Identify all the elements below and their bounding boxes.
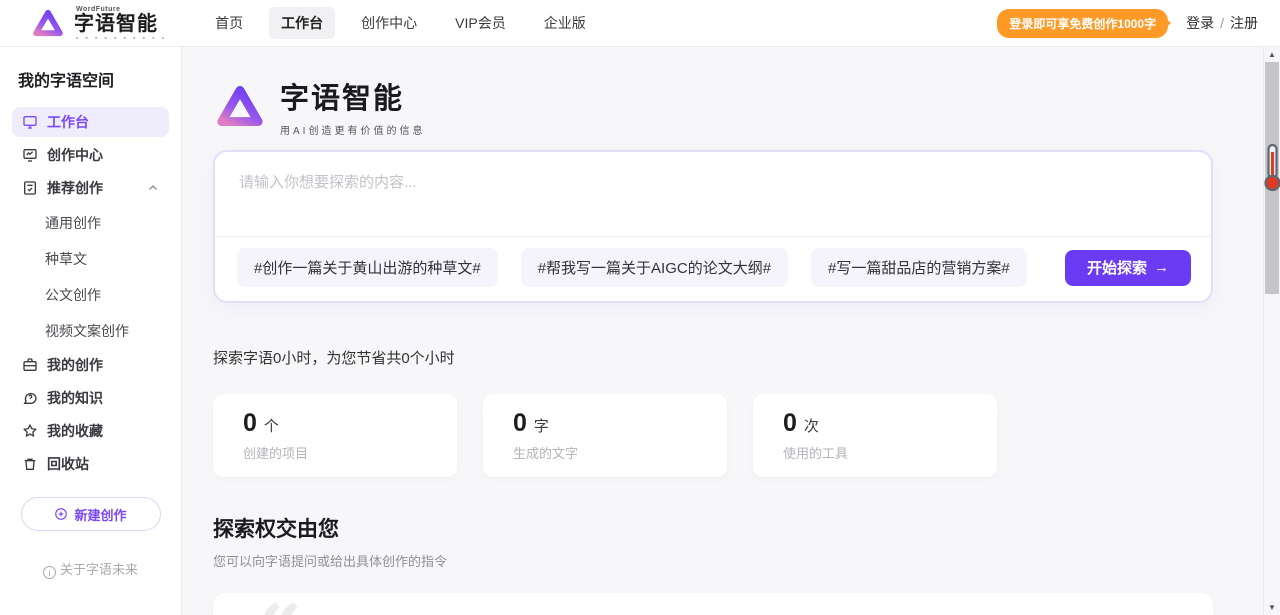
new-creation-button[interactable]: 新建创作 [21, 497, 161, 531]
sidebar-heading: 我的字语空间 [12, 67, 169, 91]
new-creation-label: 新建创作 [74, 505, 126, 524]
nav-link-enterprise[interactable]: 企业版 [532, 7, 598, 39]
promo-badge[interactable]: 登录即可享免费创作1000字 [997, 9, 1168, 38]
thermometer-icon [1264, 143, 1280, 193]
trash-icon [22, 456, 38, 472]
stats-summary: 探索字语0小时，为您节省共0个小时 [213, 347, 1213, 368]
stat-card-words: 0 字 生成的文字 [483, 394, 727, 477]
doc-check-icon [22, 180, 38, 196]
search-card: #创作一篇关于黄山出游的种草文# #帮我写一篇关于AIGC的论文大纲# #写一篇… [213, 150, 1213, 303]
search-input[interactable] [215, 152, 1211, 236]
brand-subtext: ■ ■ ■ ■ ■ ■ ■ ■ ■ ■ [76, 36, 167, 40]
sidebar-item-label: 我的知识 [47, 388, 103, 408]
about-label: 关于字语未来 [60, 562, 138, 577]
start-explore-label: 开始探索 [1087, 257, 1147, 278]
plus-circle-icon [54, 507, 68, 521]
suggestion-chip-aigc[interactable]: #帮我写一篇关于AIGC的论文大纲# [521, 248, 788, 287]
hero-title: 字语智能 [280, 75, 425, 117]
stat-value: 0 [243, 409, 257, 438]
main-content: 字语智能 用AI创造更有价值的信息 #创作一篇关于黄山出游的种草文# #帮我写一… [182, 47, 1263, 615]
brand-triangle-icon [30, 6, 66, 40]
sidebar: 我的字语空间 工作台 创作中心 推荐创作 通用创作 种草文 公文创作 视频文案创… [0, 47, 182, 615]
stat-unit: 字 [534, 415, 549, 436]
sidebar-item-favorites[interactable]: 我的收藏 [12, 416, 169, 446]
register-link[interactable]: 注册 [1230, 13, 1258, 33]
main-nav: 首页 工作台 创作中心 VIP会员 企业版 [203, 7, 598, 39]
explore-section-subtitle: 您可以向字语提问或给出具体创作的指令 [213, 551, 1213, 570]
nav-link-creation-center[interactable]: 创作中心 [349, 7, 429, 39]
brand-superscript: WordFuture [76, 6, 167, 13]
nav-right: 登录即可享免费创作1000字 登录 / 注册 [997, 9, 1258, 38]
sidebar-subitem-general[interactable]: 通用创作 [12, 206, 169, 240]
sidebar-item-label: 我的创作 [47, 355, 103, 375]
hero-logo: 字语智能 用AI创造更有价值的信息 [213, 75, 1213, 137]
sidebar-subitem-video-copy[interactable]: 视频文案创作 [12, 314, 169, 348]
sidebar-item-my-creations[interactable]: 我的创作 [12, 350, 169, 380]
nav-link-home[interactable]: 首页 [203, 7, 255, 39]
start-explore-button[interactable]: 开始探索 → [1065, 250, 1191, 286]
hero-tagline: 用AI创造更有价值的信息 [280, 122, 425, 137]
stat-label: 生成的文字 [513, 443, 727, 462]
sidebar-item-workbench[interactable]: 工作台 [12, 107, 169, 137]
briefcase-icon [22, 357, 38, 373]
sidebar-item-label: 回收站 [47, 454, 89, 474]
stat-card-tools: 0 次 使用的工具 [753, 394, 997, 477]
hero-triangle-icon [213, 80, 267, 132]
chevron-up-icon[interactable] [147, 182, 159, 194]
stats-cards: 0 个 创建的项目 0 字 生成的文字 0 次 使用的工具 [213, 394, 1213, 477]
info-icon: i [43, 566, 56, 579]
sidebar-item-my-knowledge[interactable]: 我的知识 [12, 383, 169, 413]
quote-icon: “ [257, 595, 302, 615]
auth-separator: / [1220, 15, 1224, 31]
sidebar-item-recycle-bin[interactable]: 回收站 [12, 449, 169, 479]
stat-value: 0 [513, 409, 527, 438]
sidebar-subitem-seeding[interactable]: 种草文 [12, 242, 169, 276]
vertical-scrollbar[interactable]: ▲ ▼ [1263, 47, 1280, 615]
sidebar-item-label: 工作台 [47, 112, 89, 132]
arrow-right-icon: → [1154, 259, 1169, 276]
stat-label: 使用的工具 [783, 443, 997, 462]
auth-links: 登录 / 注册 [1186, 13, 1258, 33]
sidebar-subitem-official[interactable]: 公文创作 [12, 278, 169, 312]
sidebar-item-creation-center[interactable]: 创作中心 [12, 140, 169, 170]
examples-card: “ 字语智能是什么? 嘿，帮我创作一篇北京出游攻略 [213, 593, 1213, 615]
stat-unit: 个 [264, 415, 279, 436]
sidebar-item-label: 创作中心 [47, 145, 103, 165]
sidebar-item-label: 我的收藏 [47, 421, 103, 441]
monitor-icon [22, 114, 38, 130]
suggestion-chip-dessert[interactable]: #写一篇甜品店的营销方案# [811, 248, 1027, 287]
suggestion-chip-huangshan[interactable]: #创作一篇关于黄山出游的种草文# [237, 248, 498, 287]
stat-unit: 次 [804, 415, 819, 436]
scroll-up-arrow-icon[interactable]: ▲ [1264, 50, 1280, 59]
brand-name: 字语智能 [74, 14, 167, 34]
star-icon [22, 423, 38, 439]
stat-label: 创建的项目 [243, 443, 457, 462]
login-link[interactable]: 登录 [1186, 13, 1214, 33]
nav-link-workbench[interactable]: 工作台 [269, 7, 335, 39]
stat-value: 0 [783, 409, 797, 438]
sidebar-item-label: 推荐创作 [47, 178, 103, 198]
top-navbar: WordFuture 字语智能 ■ ■ ■ ■ ■ ■ ■ ■ ■ ■ 首页 工… [0, 0, 1280, 47]
monitor-chart-icon [22, 147, 38, 163]
about-link[interactable]: i 关于字语未来 [0, 559, 181, 579]
explore-section-title: 探索权交由您 [213, 513, 1213, 543]
stat-card-projects: 0 个 创建的项目 [213, 394, 457, 477]
scroll-down-arrow-icon[interactable]: ▼ [1264, 603, 1280, 612]
chat-question-icon [22, 390, 38, 406]
nav-link-vip[interactable]: VIP会员 [443, 7, 518, 39]
sidebar-item-recommended[interactable]: 推荐创作 [12, 173, 169, 203]
suggestion-chips-row: #创作一篇关于黄山出游的种草文# #帮我写一篇关于AIGC的论文大纲# #写一篇… [215, 236, 1211, 301]
brand-logo[interactable]: WordFuture 字语智能 ■ ■ ■ ■ ■ ■ ■ ■ ■ ■ [30, 6, 167, 40]
